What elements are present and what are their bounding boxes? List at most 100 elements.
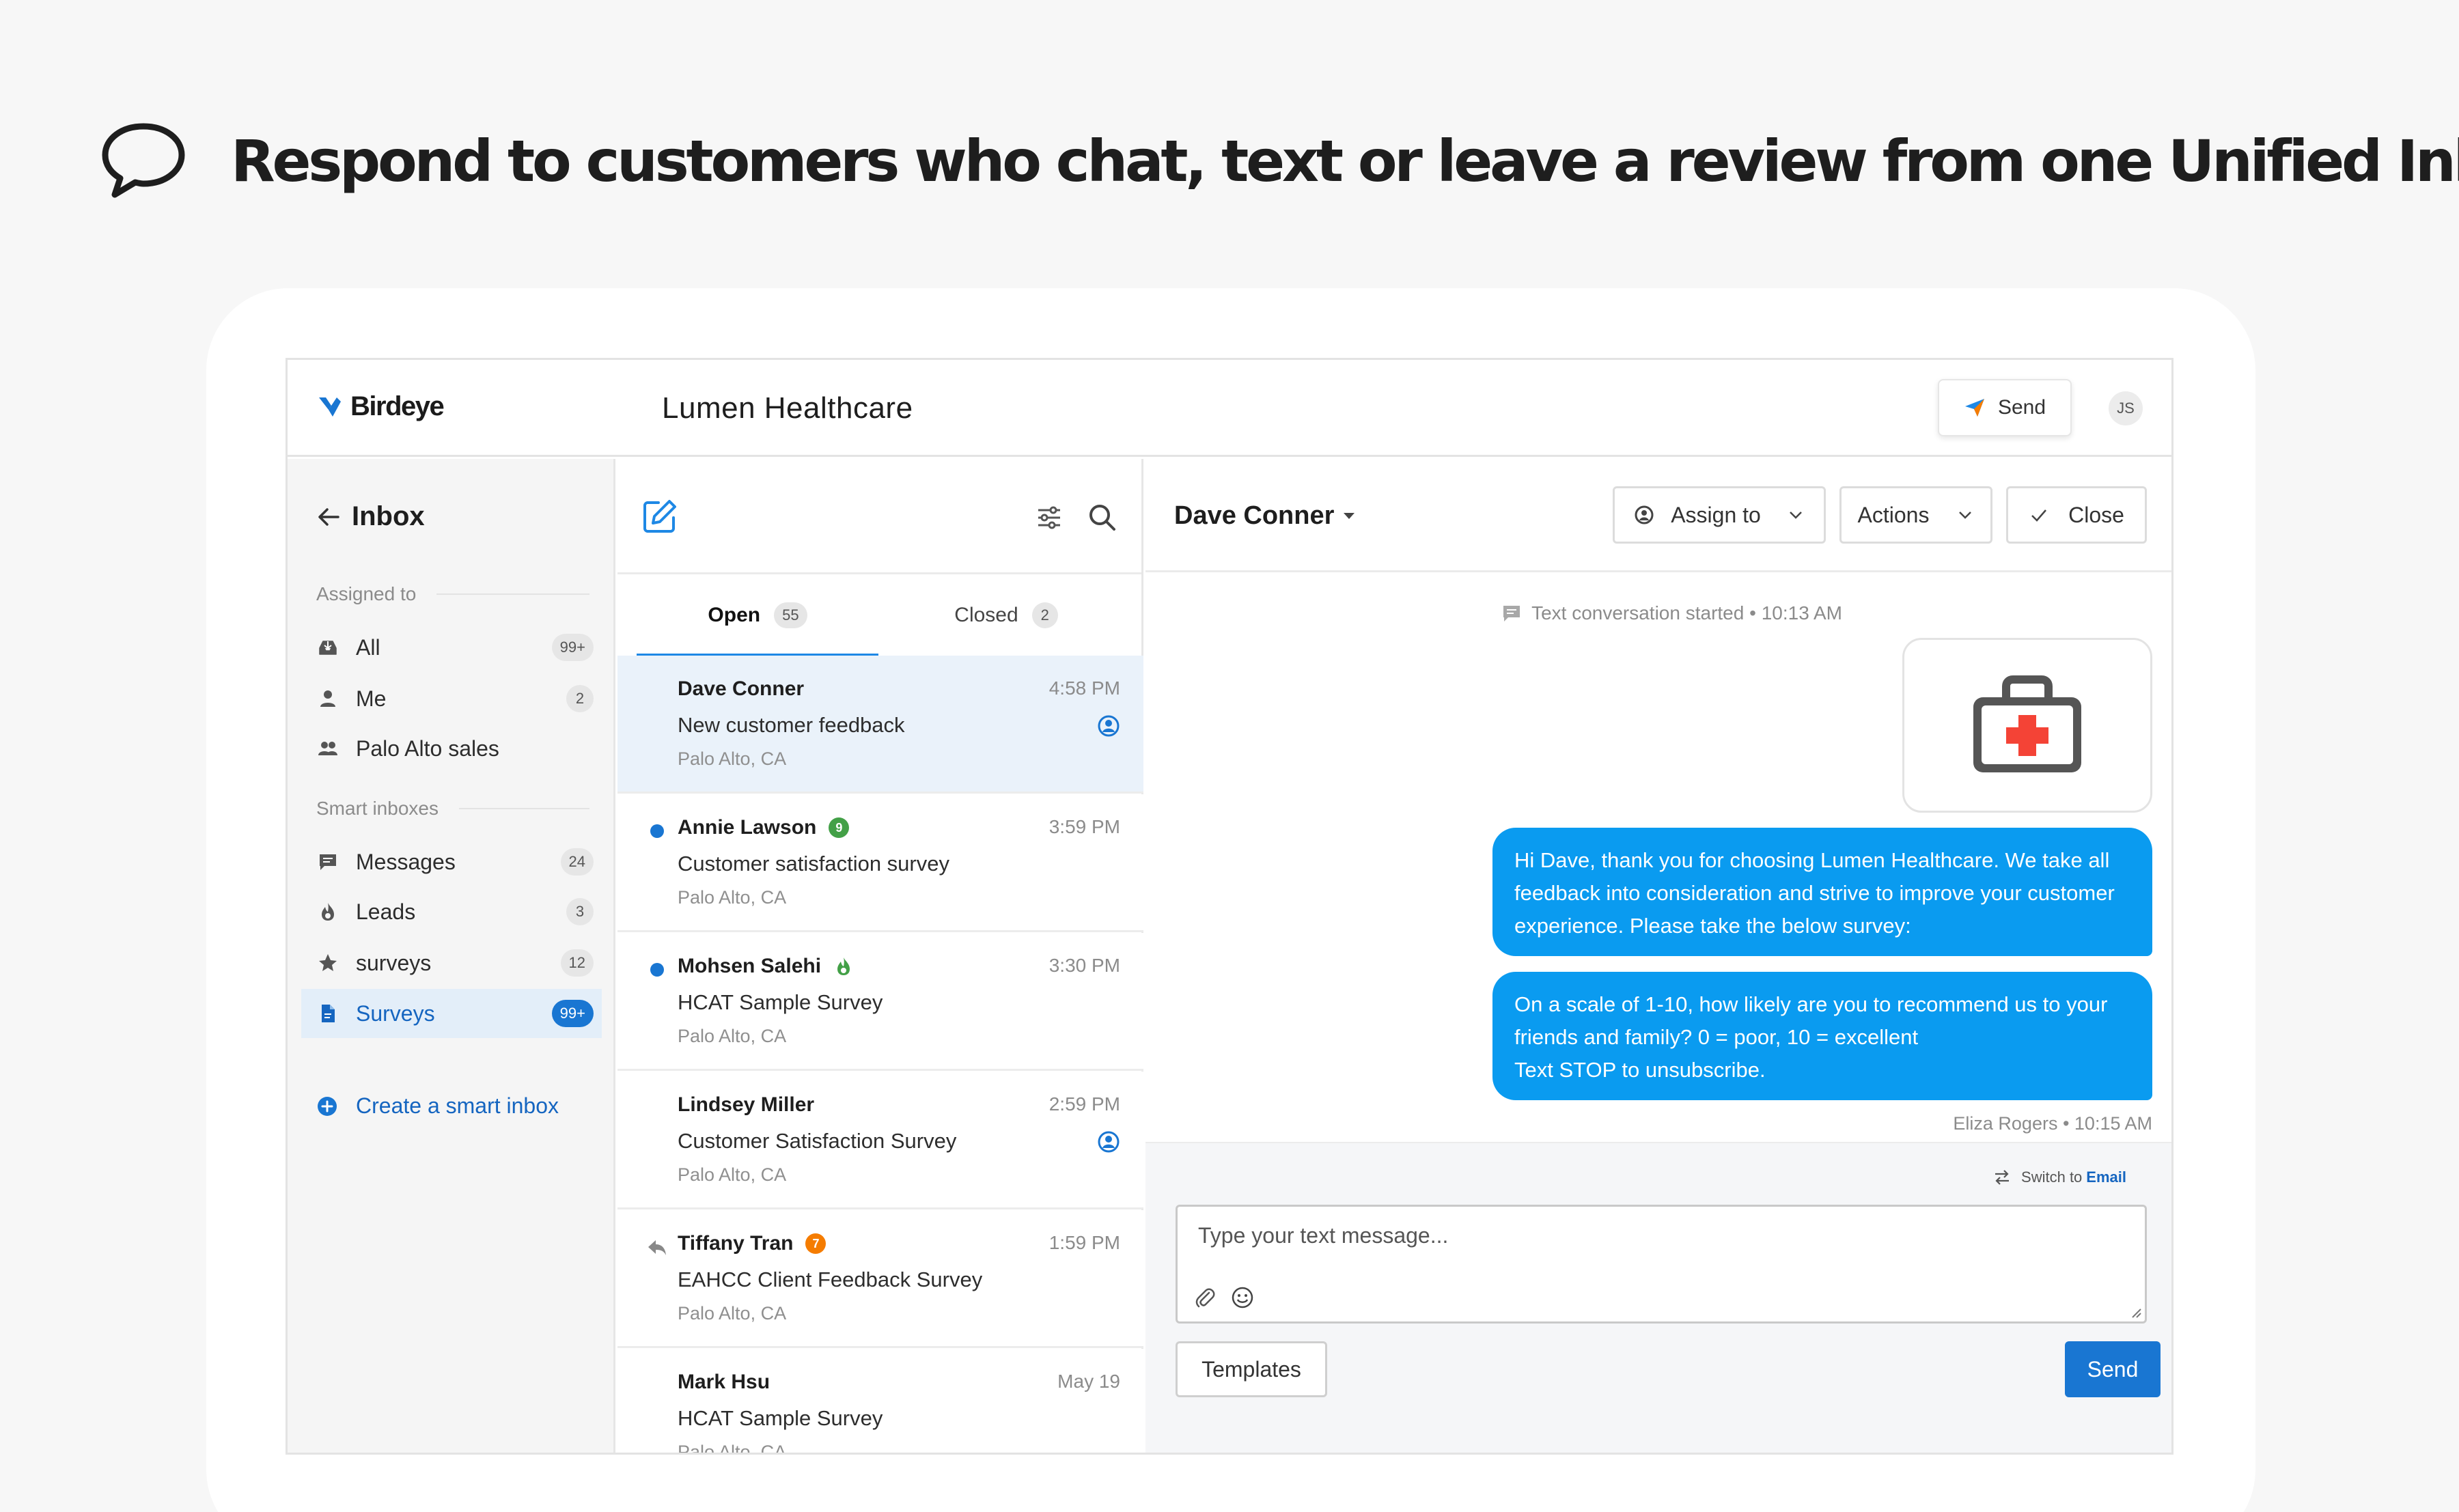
contact-name: Mohsen Salehi xyxy=(678,955,854,978)
status-tabs: Open 55 Closed 2 xyxy=(617,572,1141,658)
conversation-time: 3:59 PM xyxy=(1048,816,1120,837)
sidebar-item-label: All xyxy=(356,634,380,660)
create-smart-inbox-label: Create a smart inbox xyxy=(356,1093,559,1118)
inbox-back[interactable]: Inbox xyxy=(315,501,425,532)
checkmark-icon xyxy=(2031,509,2047,522)
conversation-list: Open 55 Closed 2 Dave Conner New custome… xyxy=(617,459,1143,1453)
chevron-down-icon xyxy=(1789,512,1802,519)
contact-location: Palo Alto, CA xyxy=(678,1164,787,1185)
plus-circle-icon xyxy=(318,1096,337,1116)
sidebar-item-label: Me xyxy=(356,686,387,711)
caret-down-icon xyxy=(1344,513,1355,519)
contact-location: Palo Alto, CA xyxy=(678,748,787,769)
list-toolbar xyxy=(617,459,1141,572)
conversation-time: May 19 xyxy=(1057,1371,1120,1392)
conversation-item-dave-conner[interactable]: Dave Conner New customer feedback Palo A… xyxy=(617,656,1143,794)
message-input[interactable]: Type your text message... xyxy=(1176,1205,2147,1324)
headline: Respond to customers who chat, text or l… xyxy=(100,116,2459,206)
user-avatar[interactable]: JS xyxy=(2109,391,2143,425)
templates-button[interactable]: Templates xyxy=(1176,1341,1327,1397)
conversation-header: Dave Conner Assign to Actions Close xyxy=(1145,459,2171,572)
tab-count: 55 xyxy=(774,602,807,628)
contact-dropdown[interactable]: Dave Conner xyxy=(1174,501,1355,531)
chevron-down-icon xyxy=(1959,512,1972,519)
close-conversation-button[interactable]: Close xyxy=(2006,486,2147,544)
send-campaign-button[interactable]: Send xyxy=(1938,379,2072,436)
send-campaign-label: Send xyxy=(1997,396,2046,419)
contact-location: Palo Alto, CA xyxy=(678,887,787,908)
score-badge: 7 xyxy=(805,1233,826,1254)
chat-bubble-icon xyxy=(102,123,185,198)
count-badge: 99+ xyxy=(551,1000,594,1027)
conversation-time: 2:59 PM xyxy=(1048,1093,1120,1115)
count-badge: 99+ xyxy=(551,634,594,661)
contact-name: Tiffany Tran 7 xyxy=(678,1232,826,1255)
conversation-time: 4:58 PM xyxy=(1048,677,1120,699)
conversation-item-mohsen-salehi[interactable]: Mohsen Salehi HCAT Sample Survey Palo Al… xyxy=(617,933,1143,1071)
image-attachment[interactable] xyxy=(1902,638,2152,813)
top-bar: Birdeye Lumen Healthcare Send JS xyxy=(288,360,2171,457)
conversation-item-mark-hsu[interactable]: Mark Hsu HCAT Sample Survey Palo Alto, C… xyxy=(617,1349,1143,1453)
conversation-subject: HCAT Sample Survey xyxy=(678,1406,883,1430)
conversation-subject: Customer Satisfaction Survey xyxy=(678,1129,957,1153)
contact-name: Lindsey Miller xyxy=(678,1093,815,1116)
sidebar-item-label: surveys xyxy=(356,950,432,975)
assign-agent-icon xyxy=(1635,505,1654,524)
business-name[interactable]: Lumen Healthcare xyxy=(662,391,913,425)
conversation-item-tiffany-tran[interactable]: Tiffany Tran 7 EAHCC Client Feedback Sur… xyxy=(617,1210,1143,1348)
conversation-started-note: Text conversation started • 10:13 AM xyxy=(1145,602,1842,624)
compose-icon[interactable] xyxy=(641,497,679,535)
conversation-time: 3:30 PM xyxy=(1048,955,1120,976)
contact-name-heading: Dave Conner xyxy=(1174,501,1335,530)
sidebar-item-palo-alto-sales[interactable]: Palo Alto sales xyxy=(301,724,602,773)
sidebar-item-messages[interactable]: Messages 24 xyxy=(301,837,602,886)
star-icon xyxy=(316,951,339,975)
sidebar-item-label: Leads xyxy=(356,899,416,924)
sidebar-item-me[interactable]: Me 2 xyxy=(301,674,602,723)
document-icon xyxy=(316,1002,339,1025)
message-input-placeholder: Type your text message... xyxy=(1198,1223,1449,1248)
score-badge: 9 xyxy=(829,817,850,838)
tab-open[interactable]: Open 55 xyxy=(637,574,878,658)
sidebar-item-all[interactable]: All 99+ xyxy=(301,623,602,672)
filter-sliders-icon[interactable] xyxy=(1036,504,1063,531)
sidebar-item-surveys-star[interactable]: surveys 12 xyxy=(301,938,602,988)
reply-icon xyxy=(648,1240,666,1255)
switch-channel-link[interactable]: Switch to Email xyxy=(1992,1168,2126,1187)
sidebar-item-label: Messages xyxy=(356,849,456,874)
section-assigned-to: Assigned to xyxy=(316,583,589,605)
contact-location: Palo Alto, CA xyxy=(678,1303,787,1324)
resize-handle-icon[interactable] xyxy=(2130,1306,2142,1319)
brand-logo[interactable]: Birdeye xyxy=(316,391,445,422)
conversation-subject: EAHCC Client Feedback Survey xyxy=(678,1268,983,1291)
fire-icon xyxy=(316,900,339,923)
search-icon[interactable] xyxy=(1087,503,1116,531)
actions-label: Actions xyxy=(1857,502,1930,527)
conversation-item-lindsey-miller[interactable]: Lindsey Miller Customer Satisfaction Sur… xyxy=(617,1072,1143,1209)
assign-to-button[interactable]: Assign to xyxy=(1613,486,1826,544)
message-composer: Switch to Email Type your text message..… xyxy=(1145,1142,2171,1453)
sidebar-item-label: Palo Alto sales xyxy=(356,736,499,761)
lead-fire-icon xyxy=(833,956,854,977)
send-message-button[interactable]: Send xyxy=(2065,1341,2161,1397)
close-label: Close xyxy=(2068,502,2124,527)
sidebar-item-leads[interactable]: Leads 3 xyxy=(301,887,602,936)
message-icon xyxy=(316,850,339,873)
app-window: Birdeye Lumen Healthcare Send JS Inbox A… xyxy=(286,358,2173,1455)
unread-dot xyxy=(650,824,664,838)
count-badge: 3 xyxy=(566,898,594,925)
tab-closed[interactable]: Closed 2 xyxy=(885,574,1127,656)
conversation-item-annie-lawson[interactable]: Annie Lawson 9 Customer satisfaction sur… xyxy=(617,794,1143,932)
sidebar-item-surveys[interactable]: Surveys 99+ xyxy=(301,989,602,1038)
switch-target: Email xyxy=(2086,1168,2126,1186)
started-text: Text conversation started • 10:13 AM xyxy=(1531,602,1842,624)
contact-name: Dave Conner xyxy=(678,677,805,700)
conversation-time: 1:59 PM xyxy=(1048,1232,1120,1253)
count-badge: 12 xyxy=(560,949,594,977)
sidebar-item-label: Surveys xyxy=(356,1000,435,1026)
create-smart-inbox-link[interactable]: Create a smart inbox xyxy=(316,1093,559,1119)
paperclip-icon[interactable] xyxy=(1194,1287,1216,1309)
actions-button[interactable]: Actions xyxy=(1839,486,1992,544)
emoji-icon[interactable] xyxy=(1231,1286,1254,1309)
arrow-left-icon xyxy=(318,507,339,526)
